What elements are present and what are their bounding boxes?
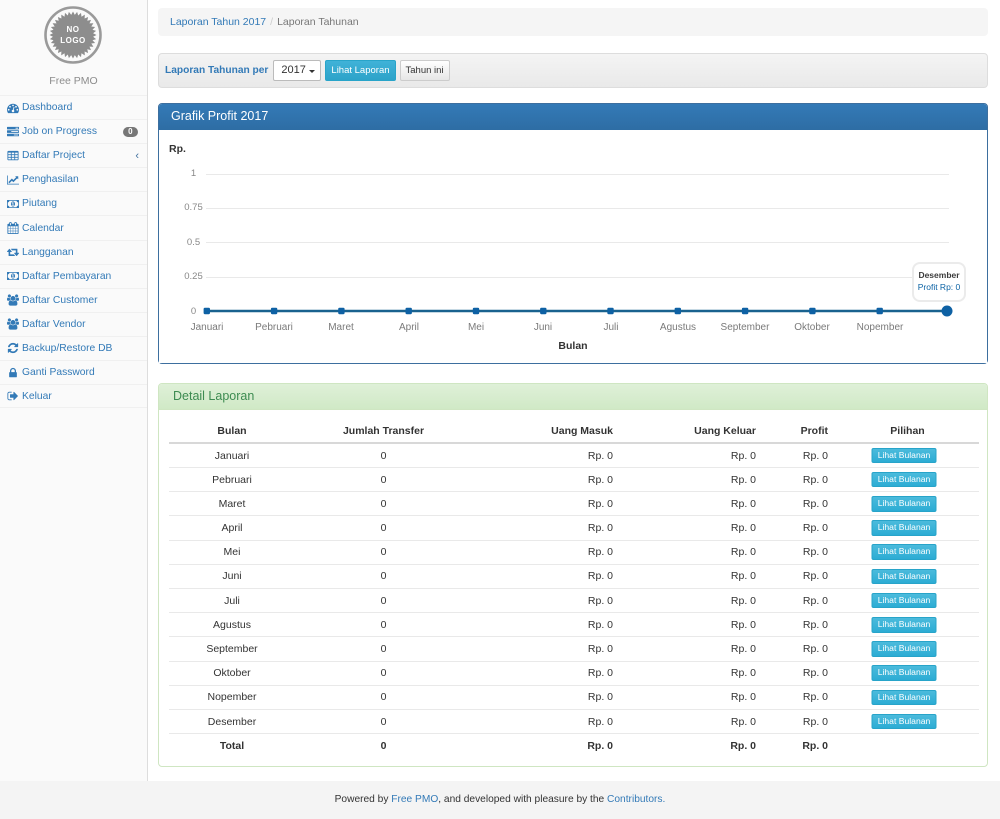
svg-text:NO: NO bbox=[67, 25, 80, 34]
svg-text:LOGO: LOGO bbox=[60, 36, 86, 45]
